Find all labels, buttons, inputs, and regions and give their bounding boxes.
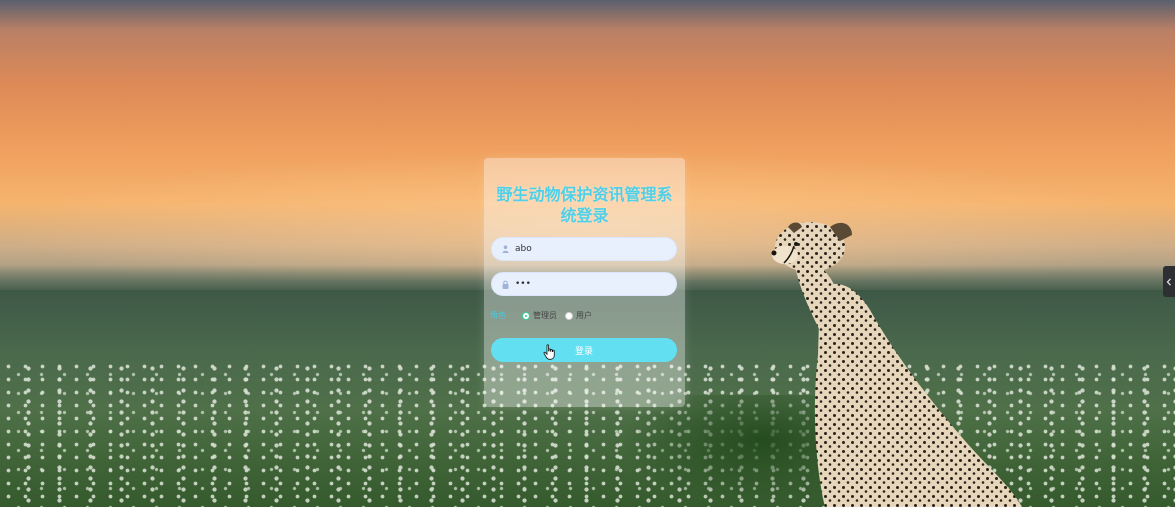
- username-input[interactable]: [511, 239, 676, 259]
- password-field[interactable]: [491, 272, 677, 296]
- radio-admin[interactable]: [522, 311, 530, 320]
- role-user-label: 用户: [576, 311, 592, 320]
- role-option-user[interactable]: 用户: [565, 310, 592, 321]
- hand-pointer-icon: [543, 344, 555, 360]
- side-collapse-tab[interactable]: [1163, 266, 1175, 297]
- radio-user[interactable]: [565, 311, 573, 320]
- lock-icon: [499, 280, 511, 289]
- role-option-admin[interactable]: 管理员: [522, 310, 557, 321]
- chevron-left-icon: [1166, 277, 1171, 286]
- login-card: 野生动物保护资讯管理系统登录 角色 管理员 用户 登录: [484, 158, 685, 407]
- login-title: 野生动物保护资讯管理系统登录: [496, 185, 673, 225]
- role-label: 角色: [490, 311, 506, 320]
- password-input[interactable]: [511, 274, 676, 294]
- cheetah-image: [760, 215, 1040, 507]
- login-button[interactable]: 登录: [491, 338, 677, 362]
- user-icon: [499, 245, 511, 253]
- role-selector: 角色 管理员 用户: [490, 310, 600, 321]
- role-admin-label: 管理员: [533, 311, 557, 320]
- username-field[interactable]: [491, 237, 677, 261]
